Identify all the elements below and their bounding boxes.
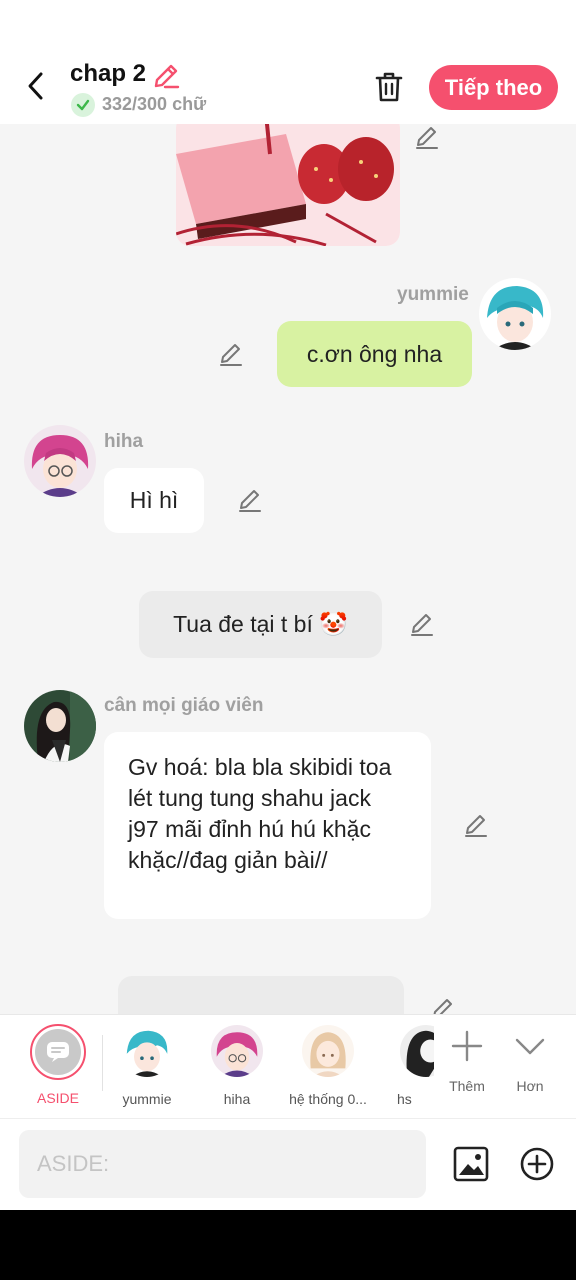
- cake-image: [176, 124, 400, 246]
- pencil-icon[interactable]: [414, 124, 440, 150]
- add-label: Thêm: [449, 1078, 485, 1094]
- aside-avatar: [30, 1024, 86, 1080]
- pencil-icon[interactable]: [152, 62, 180, 90]
- character-label: hs: [397, 1091, 412, 1107]
- pencil-icon[interactable]: [463, 812, 489, 838]
- aside-bubble[interactable]: [118, 976, 404, 1014]
- avatar[interactable]: [479, 278, 551, 350]
- message-bubble[interactable]: Hì hì: [104, 468, 204, 533]
- add-character-button[interactable]: Thêm: [437, 1029, 497, 1094]
- trash-icon: [375, 72, 403, 102]
- pencil-icon[interactable]: [430, 996, 456, 1014]
- system-nav-bar: [0, 1210, 576, 1280]
- status-bar: [0, 0, 576, 52]
- image-message[interactable]: [176, 124, 400, 246]
- plus-icon: [451, 1030, 483, 1062]
- pencil-icon[interactable]: [218, 341, 244, 367]
- aside-bubble[interactable]: Tua đe tại t bí 🤡: [139, 591, 382, 658]
- pencil-icon[interactable]: [409, 611, 435, 637]
- chapter-title[interactable]: chap 2: [70, 60, 146, 88]
- aside-character[interactable]: ASIDE: [13, 1024, 103, 1106]
- more-label: Hơn: [516, 1078, 544, 1094]
- avatar[interactable]: [24, 690, 96, 762]
- add-message-button[interactable]: [518, 1145, 556, 1183]
- check-icon: [71, 93, 95, 117]
- editor-header: chap 2 332/300 chữ Tiếp theo: [0, 52, 576, 124]
- avatar: [121, 1025, 173, 1077]
- character-hiha[interactable]: hiha: [192, 1025, 282, 1107]
- word-count: 332/300 chữ: [102, 94, 207, 114]
- character-hs[interactable]: hs: [374, 1025, 434, 1107]
- delete-button[interactable]: [370, 68, 408, 106]
- message-bubble[interactable]: Gv hoá: bla bla skibidi toa lét tung tun…: [104, 732, 431, 919]
- character-toolbar: ASIDE yummie hiha hệ thống 0... hs Thêm …: [0, 1014, 576, 1118]
- more-button[interactable]: Hơn: [500, 1029, 560, 1094]
- character-label: hiha: [223, 1091, 251, 1107]
- aside-input[interactable]: [19, 1130, 426, 1198]
- avatar: [400, 1025, 434, 1077]
- avatar: [211, 1025, 263, 1077]
- character-label: yummie: [122, 1091, 172, 1107]
- sender-name: cân mọi giáo viên: [104, 695, 264, 716]
- chevron-down-icon: [515, 1038, 545, 1055]
- add-circle-icon: [520, 1147, 554, 1181]
- input-bar: [0, 1118, 576, 1210]
- insert-image-button[interactable]: [452, 1145, 490, 1183]
- back-icon: [28, 72, 43, 100]
- sender-name: yummie: [397, 284, 469, 305]
- character-label: ASIDE: [36, 1090, 79, 1106]
- chat-area[interactable]: yummie c.ơn ông nha hiha Hì hì Tua đe tạ…: [0, 124, 576, 1014]
- avatar[interactable]: [24, 425, 96, 497]
- pencil-icon[interactable]: [237, 487, 263, 513]
- sender-name: hiha: [104, 431, 144, 452]
- character-he-thong[interactable]: hệ thống 0...: [283, 1025, 373, 1107]
- chat-bubble-icon: [47, 1042, 69, 1062]
- image-icon: [453, 1146, 489, 1182]
- character-label: hệ thống 0...: [289, 1091, 367, 1107]
- character-yummie[interactable]: yummie: [102, 1025, 192, 1107]
- avatar: [302, 1025, 354, 1077]
- next-button[interactable]: Tiếp theo: [429, 65, 558, 110]
- message-bubble[interactable]: c.ơn ông nha: [277, 321, 472, 387]
- back-button[interactable]: [18, 68, 54, 104]
